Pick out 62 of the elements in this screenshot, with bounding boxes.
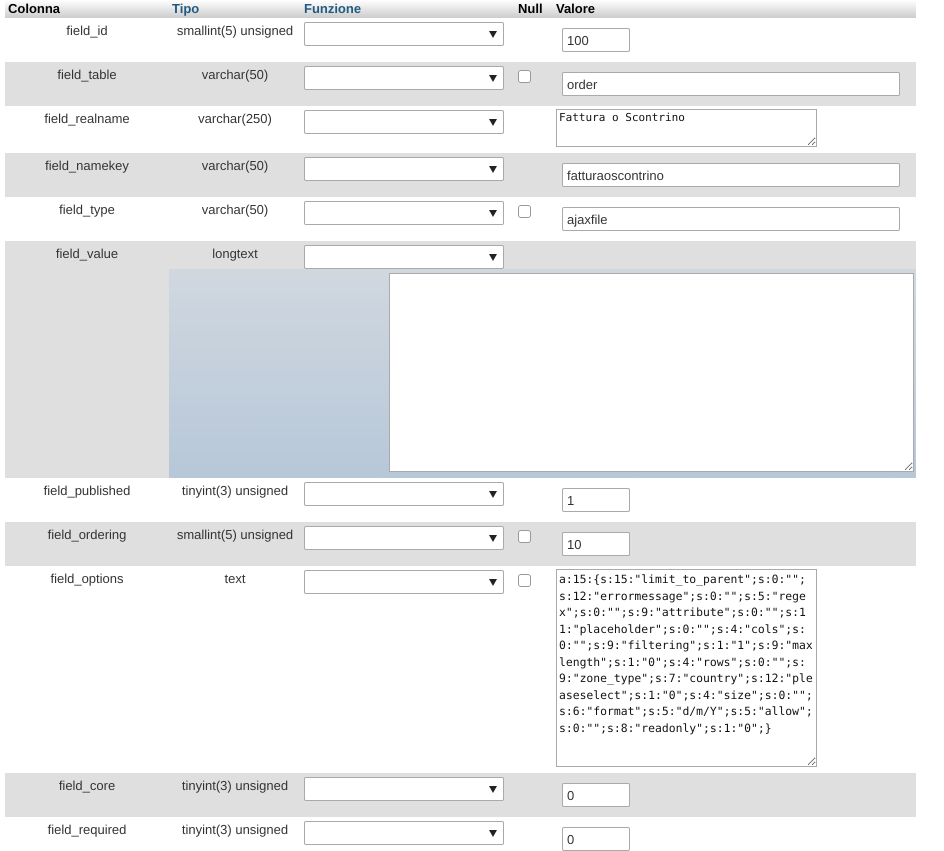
caret-icon <box>489 31 497 38</box>
caret-icon <box>489 166 497 173</box>
caret-icon <box>489 491 497 498</box>
null-checkbox[interactable] <box>518 530 531 543</box>
caret-icon <box>489 579 497 586</box>
column-name: field_published <box>44 483 130 498</box>
column-type: smallint(5) unsigned <box>176 23 294 38</box>
value-input[interactable]: 1 <box>562 488 630 512</box>
function-dropdown[interactable] <box>304 821 504 845</box>
column-type: varchar(50) <box>202 202 268 217</box>
value-input[interactable]: 100 <box>562 28 630 52</box>
column-name: field_options <box>50 571 124 586</box>
null-checkbox[interactable] <box>518 70 531 83</box>
value-input[interactable]: order <box>562 72 900 96</box>
caret-icon <box>489 119 497 126</box>
column-type: smallint(5) unsigned <box>176 527 294 542</box>
caret-icon <box>489 254 497 261</box>
column-type: longtext <box>212 246 258 261</box>
column-name: field_core <box>58 778 116 793</box>
value-textarea[interactable]: a:15:{s:15:"limit_to_parent";s:0:"";s:12:"errormessage";s:0:"";s:5:"regex";s:0:"";s:9:"attribute";s:0:"";s:11:"placeholder";s:0:"";s:4:"cols";s:0:"";s:9:"filtering";s:1:"1";s:9:"maxlength";s:1:"0";s:4:"rows";s:0:"";s:9:"zone_type";s:7:"country";s:12:"pleaseselect";s:1:"0";s:4:"size";s:0:"";s:6:"format";s:5:"d/m/Y";s:5:"allow";s:0:"";s:8:"readonly";s:1:"0";} <box>556 569 817 767</box>
function-dropdown[interactable] <box>304 526 504 550</box>
column-name: field_ordering <box>48 527 126 542</box>
column-type: tinyint(3) unsigned <box>182 822 288 837</box>
caret-icon <box>489 830 497 837</box>
value-textarea[interactable]: Fattura o Scontrino <box>556 109 817 147</box>
value-input[interactable]: ajaxfile <box>562 207 900 231</box>
caret-icon <box>489 75 497 82</box>
function-dropdown[interactable] <box>304 22 504 46</box>
value-input[interactable]: fatturaoscontrino <box>562 163 900 187</box>
caret-icon <box>489 786 497 793</box>
column-type: varchar(250) <box>198 111 272 126</box>
null-checkbox[interactable] <box>518 574 531 587</box>
value-input[interactable]: 0 <box>562 783 630 807</box>
column-type: tinyint(3) unsigned <box>182 483 288 498</box>
column-name: field_realname <box>44 111 130 126</box>
caret-icon <box>489 210 497 217</box>
function-dropdown[interactable] <box>304 110 504 134</box>
column-name: field_id <box>66 23 108 38</box>
column-type: tinyint(3) unsigned <box>182 778 288 793</box>
function-dropdown[interactable] <box>304 66 504 90</box>
column-sort-link[interactable]: Tipo <box>172 1 200 16</box>
function-dropdown[interactable] <box>304 245 504 269</box>
function-dropdown[interactable] <box>304 157 504 181</box>
column-type: varchar(50) <box>202 158 268 173</box>
column-name: field_required <box>48 822 126 837</box>
column-name: field_table <box>57 67 117 82</box>
column-type: text <box>224 571 246 586</box>
value-input[interactable]: 0 <box>562 827 630 851</box>
column-name: field_type <box>59 202 115 217</box>
column-type: varchar(50) <box>202 67 268 82</box>
column-header: Valore <box>556 1 596 16</box>
function-dropdown[interactable] <box>304 570 504 594</box>
value-input[interactable]: 10 <box>562 532 630 556</box>
caret-icon <box>489 535 497 542</box>
column-name: field_value <box>56 246 118 261</box>
function-dropdown[interactable] <box>304 482 504 506</box>
column-header: Colonna <box>8 1 60 16</box>
function-dropdown[interactable] <box>304 201 504 225</box>
function-dropdown[interactable] <box>304 777 504 801</box>
column-header: Null <box>518 1 543 16</box>
null-checkbox[interactable] <box>518 205 531 218</box>
column-name: field_namekey <box>45 158 129 173</box>
